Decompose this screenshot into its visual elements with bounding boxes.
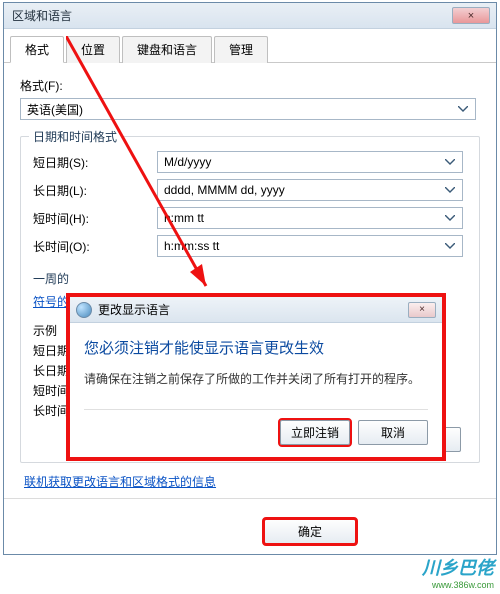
watermark-brand: 川乡巴佬 (422, 558, 494, 578)
chevron-down-icon (442, 238, 458, 254)
shorttime-value: h:mm tt (164, 211, 204, 225)
format-label: 格式(F): (20, 77, 480, 94)
chevron-down-icon (442, 182, 458, 198)
dialog-body: 您必须注销才能使显示语言更改生效 请确保在注销之前保存了所做的工作并关闭了所有打… (70, 323, 442, 457)
longdate-value: dddd, MMMM dd, yyyy (164, 183, 285, 197)
longtime-value: h:mm:ss tt (164, 239, 219, 253)
dialog-footer: 立即注销 取消 (84, 409, 428, 445)
tabstrip: 格式 位置 键盘和语言 管理 (4, 29, 496, 63)
longtime-label: 长时间(O): (33, 238, 157, 255)
window-close-button[interactable]: × (452, 7, 490, 24)
divider (4, 498, 496, 499)
longdate-combo[interactable]: dddd, MMMM dd, yyyy (157, 179, 463, 201)
tab-keyboard-language[interactable]: 键盘和语言 (122, 36, 212, 63)
dialog-heading: 您必须注销才能使显示语言更改生效 (84, 337, 428, 358)
dialog-paragraph: 请确保在注销之前保存了所做的工作并关闭了所有打开的程序。 (84, 370, 428, 387)
shorttime-label: 短时间(H): (33, 210, 157, 227)
watermark: 川乡巴佬 www.386w.com (422, 554, 500, 590)
shortdate-value: M/d/yyyy (164, 155, 211, 169)
region-language-window: 区域和语言 × 格式 位置 键盘和语言 管理 格式(F): 英语(美国) 日期和… (3, 2, 497, 555)
tab-format[interactable]: 格式 (10, 36, 64, 63)
chevron-down-icon (442, 154, 458, 170)
dialog-title: 更改显示语言 (98, 301, 170, 318)
titlebar: 区域和语言 × (4, 3, 496, 29)
datetime-group-title: 日期和时间格式 (29, 128, 121, 145)
shortdate-combo[interactable]: M/d/yyyy (157, 151, 463, 173)
window-title: 区域和语言 (12, 7, 72, 24)
logoff-now-button[interactable]: 立即注销 (280, 420, 350, 445)
tab-admin[interactable]: 管理 (214, 36, 268, 63)
shorttime-combo[interactable]: h:mm tt (157, 207, 463, 229)
weekstart-label: 一周的 (33, 270, 157, 287)
chevron-down-icon (442, 210, 458, 226)
format-combo[interactable]: 英语(美国) (20, 98, 476, 120)
ok-button[interactable]: 确定 (264, 519, 356, 544)
dialog-titlebar: 更改显示语言 × (70, 297, 442, 323)
format-combo-value: 英语(美国) (27, 101, 83, 118)
globe-icon (76, 302, 92, 318)
longdate-label: 长日期(L): (33, 182, 157, 199)
chevron-down-icon (455, 101, 471, 117)
online-info-link[interactable]: 联机获取更改语言和区域格式的信息 (24, 473, 480, 490)
longtime-combo[interactable]: h:mm:ss tt (157, 235, 463, 257)
change-display-language-dialog: 更改显示语言 × 您必须注销才能使显示语言更改生效 请确保在注销之前保存了所做的… (66, 293, 446, 461)
shortdate-label: 短日期(S): (33, 154, 157, 171)
tab-location[interactable]: 位置 (66, 36, 120, 63)
watermark-url: www.386w.com (422, 580, 494, 590)
cancel-button[interactable]: 取消 (358, 420, 428, 445)
window-footer: 确定 (4, 513, 496, 554)
dialog-close-button[interactable]: × (408, 302, 436, 318)
